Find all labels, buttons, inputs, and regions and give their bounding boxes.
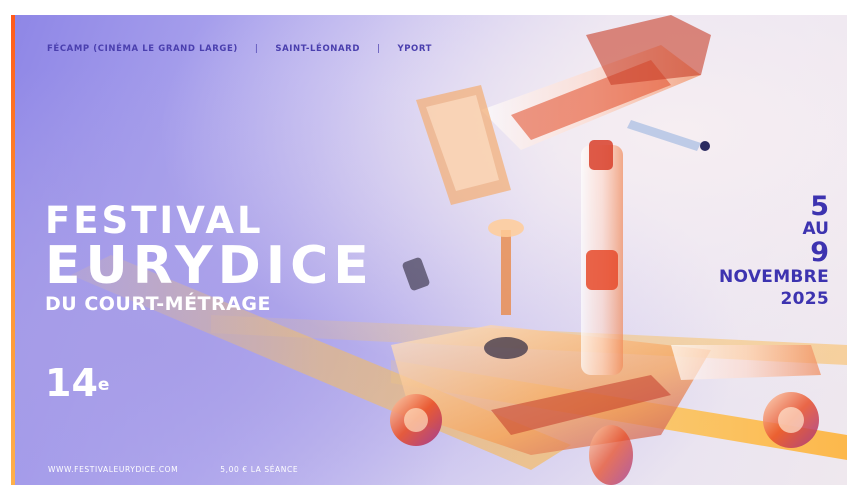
side-arm bbox=[671, 345, 821, 380]
date-start: 5 bbox=[810, 191, 829, 222]
festival-title: FESTIVAL EURYDICE DU COURT-MÉTRAGE bbox=[45, 201, 374, 317]
column-top bbox=[589, 140, 613, 170]
crank-rod bbox=[501, 230, 511, 315]
edition-number: 14e bbox=[45, 363, 109, 403]
edition-value: 14 bbox=[45, 361, 98, 405]
location-separator: | bbox=[376, 44, 381, 54]
locations-line: FÉCAMP (CINÉMA LE GRAND LARGE) | SAINT-LÉO… bbox=[47, 44, 432, 54]
rail-clamp bbox=[402, 257, 430, 291]
crank-knob bbox=[488, 219, 524, 237]
location-yport: YPORT bbox=[397, 44, 433, 54]
crank-base bbox=[484, 337, 528, 359]
location-saint-leonard: SAINT-LÉONARD bbox=[275, 44, 360, 54]
wheel-front bbox=[589, 425, 633, 485]
date-year: 2025 bbox=[780, 289, 829, 309]
date-end: 9 bbox=[810, 237, 829, 268]
wheel-right-hub bbox=[778, 407, 804, 433]
poster-footer: WWW.FESTIVALEURYDICE.COM 5,00 € LA SÉANCE bbox=[48, 465, 298, 474]
title-line-festival: FESTIVAL bbox=[45, 199, 264, 242]
festival-dates: 5 AU 9 NOVEMBRE 2025 bbox=[719, 193, 829, 310]
title-line-eurydice: EURYDICE bbox=[45, 236, 374, 296]
ticket-price: 5,00 € LA SÉANCE bbox=[220, 465, 299, 474]
pan-handle-tip bbox=[700, 141, 710, 151]
location-fecamp: FÉCAMP (CINÉMA LE GRAND LARGE) bbox=[47, 44, 238, 54]
location-separator: | bbox=[254, 44, 259, 54]
column-joint bbox=[586, 250, 618, 290]
festival-poster: FÉCAMP (CINÉMA LE GRAND LARGE) | SAINT-LÉO… bbox=[11, 15, 847, 485]
pan-handle bbox=[627, 120, 701, 151]
edition-suffix: e bbox=[97, 375, 110, 395]
wheel-left-hub bbox=[404, 408, 428, 432]
website-link[interactable]: WWW.FESTIVALEURYDICE.COM bbox=[48, 465, 178, 474]
date-month: NOVEMBRE bbox=[719, 267, 829, 287]
